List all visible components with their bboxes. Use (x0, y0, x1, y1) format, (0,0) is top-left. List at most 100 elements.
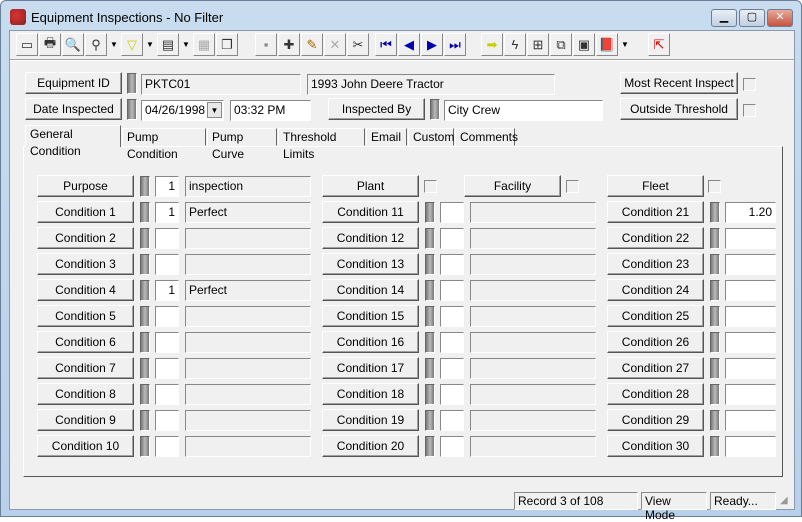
condition-5-code-field[interactable] (155, 306, 179, 327)
condition-20-code-field[interactable] (440, 436, 464, 457)
help-book-icon[interactable]: 📕 (596, 33, 618, 56)
condition-8-lookup-handle[interactable] (140, 384, 150, 405)
condition-26-lookup-handle[interactable] (710, 332, 720, 353)
condition-22-button[interactable]: Condition 22 (607, 227, 704, 249)
condition-9-lookup-handle[interactable] (140, 410, 150, 431)
condition-7-button[interactable]: Condition 7 (37, 357, 134, 379)
condition-17-button[interactable]: Condition 17 (322, 357, 419, 379)
condition-5-lookup-handle[interactable] (140, 306, 150, 327)
condition-2-code-field[interactable] (155, 228, 179, 249)
condition-27-button[interactable]: Condition 27 (607, 357, 704, 379)
condition-11-code-field[interactable] (440, 202, 464, 223)
facility-button[interactable]: Facility (464, 175, 561, 197)
condition-16-lookup-handle[interactable] (425, 332, 435, 353)
time-field[interactable]: 03:32 PM (230, 100, 311, 121)
condition-27-value-field[interactable] (725, 358, 776, 379)
condition-5-button[interactable]: Condition 5 (37, 305, 134, 327)
condition-6-button[interactable]: Condition 6 (37, 331, 134, 353)
condition-20-lookup-handle[interactable] (425, 436, 435, 457)
condition-1-button[interactable]: Condition 1 (37, 201, 134, 223)
condition-15-lookup-handle[interactable] (425, 306, 435, 327)
condition-4-code-field[interactable]: 1 (155, 280, 179, 301)
properties-icon[interactable]: ▦ (193, 33, 215, 56)
condition-28-value-field[interactable] (725, 384, 776, 405)
tab-custom[interactable]: Custom (408, 128, 454, 146)
chevron-down-icon[interactable]: ▼ (207, 102, 222, 118)
condition-21-value-field[interactable]: 1.20 (725, 202, 776, 223)
condition-23-button[interactable]: Condition 23 (607, 253, 704, 275)
condition-12-button[interactable]: Condition 12 (322, 227, 419, 249)
condition-30-lookup-handle[interactable] (710, 436, 720, 457)
condition-28-lookup-handle[interactable] (710, 384, 720, 405)
equipment-id-lookup-handle[interactable] (127, 73, 137, 94)
inspected-by-button[interactable]: Inspected By (328, 98, 425, 120)
delete-icon[interactable]: ✕ (324, 33, 346, 56)
condition-14-code-field[interactable] (440, 280, 464, 301)
condition-1-lookup-handle[interactable] (140, 202, 150, 223)
dropdown-arrow-icon[interactable]: ▼ (619, 33, 631, 56)
condition-15-code-field[interactable] (440, 306, 464, 327)
plant-button[interactable]: Plant (322, 175, 419, 197)
condition-12-code-field[interactable] (440, 228, 464, 249)
condition-17-code-field[interactable] (440, 358, 464, 379)
condition-19-button[interactable]: Condition 19 (322, 409, 419, 431)
condition-21-lookup-handle[interactable] (710, 202, 720, 223)
condition-25-button[interactable]: Condition 25 (607, 305, 704, 327)
condition-25-lookup-handle[interactable] (710, 306, 720, 327)
prev-record-icon[interactable]: ◀ (398, 33, 420, 56)
tab-email[interactable]: Email (366, 128, 407, 146)
purpose-button[interactable]: Purpose (37, 175, 134, 197)
condition-23-value-field[interactable] (725, 254, 776, 275)
tab-pump-curve[interactable]: Pump Curve (207, 128, 277, 161)
condition-24-lookup-handle[interactable] (710, 280, 720, 301)
minimize-button[interactable]: ▁ (711, 9, 737, 27)
condition-26-button[interactable]: Condition 26 (607, 331, 704, 353)
condition-2-lookup-handle[interactable] (140, 228, 150, 249)
most-recent-inspect-button[interactable]: Most Recent Inspect (620, 72, 738, 94)
condition-27-lookup-handle[interactable] (710, 358, 720, 379)
tab-comments[interactable]: Comments (455, 128, 518, 146)
condition-24-value-field[interactable] (725, 280, 776, 301)
dropdown-arrow-icon[interactable]: ▼ (144, 33, 156, 56)
fleet-button[interactable]: Fleet (607, 175, 704, 197)
outside-threshold-checkbox[interactable] (743, 104, 756, 117)
condition-28-button[interactable]: Condition 28 (607, 383, 704, 405)
condition-29-value-field[interactable] (725, 410, 776, 431)
condition-16-button[interactable]: Condition 16 (322, 331, 419, 353)
condition-30-value-field[interactable] (725, 436, 776, 457)
condition-9-code-field[interactable] (155, 410, 179, 431)
tab-pump-condition[interactable]: Pump Condition (122, 128, 206, 161)
date-lookup-handle[interactable] (127, 99, 137, 120)
condition-10-lookup-handle[interactable] (140, 436, 150, 457)
condition-30-button[interactable]: Condition 30 (607, 435, 704, 457)
condition-3-code-field[interactable] (155, 254, 179, 275)
most-recent-checkbox[interactable] (743, 78, 756, 91)
cut-icon[interactable]: ✂ (347, 33, 369, 56)
filter-icon[interactable]: ▽ (121, 33, 143, 56)
condition-1-code-field[interactable]: 1 (155, 202, 179, 223)
condition-6-lookup-handle[interactable] (140, 332, 150, 353)
copy-icon[interactable]: ❐ (216, 33, 238, 56)
facility-checkbox[interactable] (566, 180, 579, 193)
condition-16-code-field[interactable] (440, 332, 464, 353)
find-icon[interactable]: ⚲ (85, 33, 107, 56)
condition-19-lookup-handle[interactable] (425, 410, 435, 431)
inspected-by-lookup-handle[interactable] (430, 99, 440, 120)
condition-11-lookup-handle[interactable] (425, 202, 435, 223)
condition-7-code-field[interactable] (155, 358, 179, 379)
condition-20-button[interactable]: Condition 20 (322, 435, 419, 457)
condition-18-lookup-handle[interactable] (425, 384, 435, 405)
hierarchy-icon[interactable]: ⊞ (527, 33, 549, 56)
condition-3-button[interactable]: Condition 3 (37, 253, 134, 275)
select-record-icon[interactable]: ▭ (16, 33, 38, 56)
report-icon[interactable]: ▤ (157, 33, 179, 56)
condition-11-button[interactable]: Condition 11 (322, 201, 419, 223)
preview-icon[interactable]: 🔍 (62, 33, 84, 56)
add-record-icon[interactable]: ✚ (278, 33, 300, 56)
map-icon[interactable]: ▣ (573, 33, 595, 56)
condition-2-button[interactable]: Condition 2 (37, 227, 134, 249)
condition-12-lookup-handle[interactable] (425, 228, 435, 249)
condition-18-button[interactable]: Condition 18 (322, 383, 419, 405)
fleet-checkbox[interactable] (708, 180, 721, 193)
condition-3-lookup-handle[interactable] (140, 254, 150, 275)
